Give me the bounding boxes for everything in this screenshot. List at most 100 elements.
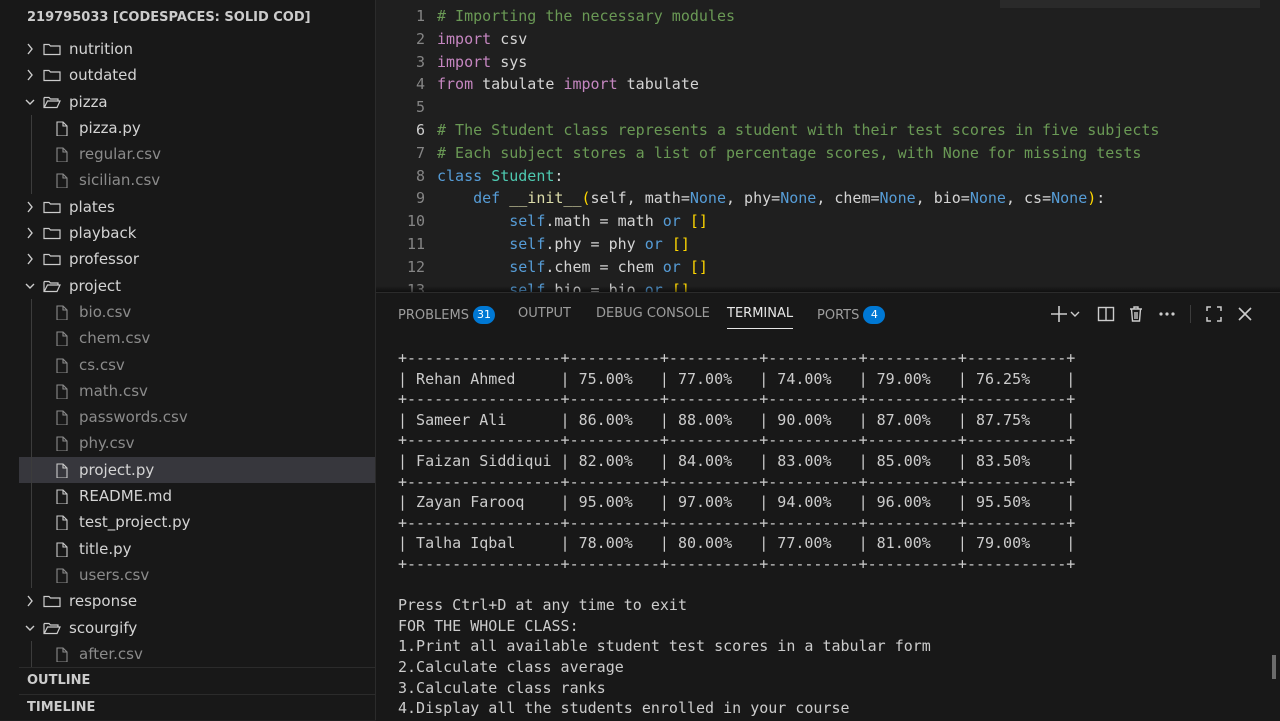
terminal-line: 1.Print all available student test score…	[398, 637, 931, 656]
terminal-output[interactable]: +-----------------+----------+----------…	[398, 348, 1075, 719]
chevron-right-icon[interactable]	[23, 588, 37, 614]
code-token: import	[437, 52, 492, 71]
file-icon	[56, 305, 68, 320]
code-token: import	[563, 75, 618, 94]
folder-item[interactable]: plates	[19, 194, 375, 220]
folder-open-icon	[43, 622, 61, 634]
code-editor[interactable]: 1 # Importing the necessary modules 2 impor…	[376, 0, 1280, 292]
chevron-right-icon[interactable]	[23, 62, 37, 88]
file-item[interactable]: passwords.csv	[19, 404, 375, 431]
tree-item-label: project	[69, 276, 122, 295]
tab-problems[interactable]: PROBLEMS 31	[398, 306, 495, 324]
code-token: , phy=	[726, 189, 781, 208]
indent-guide	[31, 141, 32, 168]
file-item[interactable]: sicilian.csv	[19, 167, 375, 194]
line-number: 2	[415, 29, 425, 48]
code-token: , bio=	[915, 189, 970, 208]
code-token: :	[1096, 189, 1106, 208]
count-badge: 31	[472, 306, 495, 324]
file-item[interactable]: math.csv	[19, 377, 375, 405]
file-item[interactable]: project.py	[19, 456, 375, 484]
code-token: None	[879, 189, 916, 208]
file-item[interactable]: chem.csv	[19, 325, 375, 352]
folder-item[interactable]: pizza	[19, 89, 375, 115]
indent-guide	[31, 298, 32, 326]
workspace-title[interactable]: 219795033 [CODESPACES: SOLID COD]	[19, 0, 375, 36]
code-line: 5	[376, 96, 437, 119]
line-number: 10	[406, 212, 425, 231]
more-actions-icon[interactable]	[1156, 303, 1178, 325]
code-token: .phy = phy	[545, 235, 645, 253]
file-item[interactable]: phy.csv	[19, 430, 375, 457]
tab-ports[interactable]: PORTS 4	[817, 306, 886, 324]
folder-item[interactable]: nutrition	[19, 36, 375, 62]
tree-item-label: plates	[69, 197, 115, 216]
file-item[interactable]: bio.csv	[19, 298, 375, 326]
terminal-scrollbar[interactable]	[1272, 655, 1276, 679]
file-item[interactable]: title.py	[19, 535, 375, 562]
terminal-line: 2.Calculate class average	[398, 657, 624, 676]
indent-guide	[31, 640, 32, 668]
chevron-down-icon[interactable]	[23, 273, 37, 299]
tab-output[interactable]: OUTPUT	[518, 306, 571, 321]
folder-item[interactable]: professor	[19, 246, 375, 272]
line-number: 4	[415, 75, 425, 94]
folder-item[interactable]: outdated	[19, 62, 375, 88]
maximize-panel-icon[interactable]	[1203, 303, 1225, 325]
file-item[interactable]: regular.csv	[19, 141, 375, 168]
tab-debug-console[interactable]: DEBUG CONSOLE	[596, 306, 710, 321]
code-token: self	[509, 212, 546, 231]
line-number: 11	[406, 235, 425, 253]
code-token: self, math=	[590, 189, 690, 208]
tree-item-label: playback	[69, 224, 137, 243]
terminal-line: | Zayan Farooq | 95.00% | 97.00% | 94.00…	[398, 493, 1076, 512]
folder-item[interactable]: playback	[19, 220, 375, 246]
outline-section-header[interactable]: OUTLINE	[19, 667, 375, 693]
line-number: 1	[415, 7, 425, 25]
chevron-down-icon[interactable]	[23, 89, 37, 115]
folder-icon	[43, 70, 61, 82]
file-item[interactable]: test_project.py	[19, 509, 375, 536]
code-token: # The Student class represents a student…	[437, 121, 1160, 139]
file-item[interactable]: users.csv	[19, 561, 375, 589]
terminal-line: +-----------------+----------+----------…	[398, 431, 1076, 450]
folder-item[interactable]: response	[19, 588, 375, 614]
file-item[interactable]: README.md	[19, 483, 375, 510]
code-token: []	[689, 257, 708, 276]
file-item[interactable]: after.csv	[19, 640, 375, 668]
chevron-down-icon[interactable]	[23, 615, 37, 641]
chevron-right-icon[interactable]	[23, 220, 37, 246]
chevron-down-icon[interactable]	[1069, 303, 1081, 325]
indent-guide	[31, 325, 32, 352]
file-item[interactable]: pizza.py	[19, 114, 375, 142]
folder-icon	[43, 227, 61, 240]
folder-item[interactable]: project	[19, 273, 375, 299]
indent-guide	[31, 114, 32, 142]
chevron-right-icon[interactable]	[23, 36, 37, 62]
panel-tab-bar: PROBLEMS 31 OUTPUT DEBUG CONSOLE TERMINAL POR…	[376, 293, 1280, 335]
tab-terminal[interactable]: TERMINAL	[727, 306, 794, 329]
code-token: )	[1087, 189, 1097, 208]
code-token: (	[581, 189, 591, 208]
split-terminal-icon[interactable]	[1095, 303, 1117, 325]
folder-icon	[43, 596, 61, 608]
new-terminal-icon[interactable]	[1048, 303, 1070, 325]
terminal-line: +-----------------+----------+----------…	[398, 554, 1076, 573]
chevron-right-icon[interactable]	[23, 246, 37, 272]
close-panel-icon[interactable]	[1234, 303, 1256, 325]
file-item[interactable]: cs.csv	[19, 351, 375, 378]
count-badge: 4	[863, 306, 886, 324]
chevron-right-icon[interactable]	[23, 194, 37, 220]
terminal-line: 4.Display all the students enrolled in y…	[398, 699, 850, 718]
line-number: 5	[415, 98, 425, 117]
code-token: or	[662, 212, 681, 231]
bottom-panel: PROBLEMS 31 OUTPUT DEBUG CONSOLE TERMINAL POR…	[376, 292, 1280, 721]
trash-icon[interactable]	[1125, 303, 1147, 325]
folder-item[interactable]: scourgify	[19, 615, 375, 641]
tree-item-label: regular.csv	[79, 145, 161, 164]
timeline-section-header[interactable]: TIMELINE	[19, 694, 375, 720]
